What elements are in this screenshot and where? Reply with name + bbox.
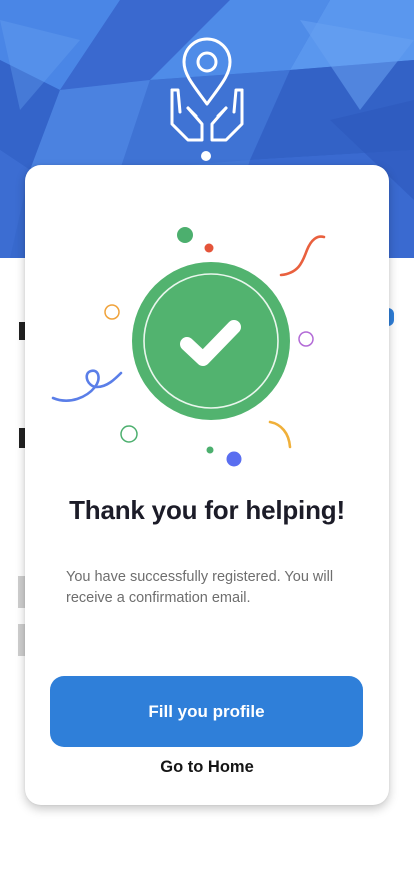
confetti-ring (104, 304, 120, 320)
confetti-dot (206, 446, 214, 454)
confetti-ring (298, 331, 314, 347)
confetti-streamer (279, 235, 326, 277)
go-to-home-link[interactable]: Go to Home (25, 758, 389, 777)
background-field-fragment (18, 624, 25, 656)
modal-title: Thank you for helping! (69, 495, 345, 525)
check-circle-icon (51, 227, 326, 467)
confetti-streamer (51, 369, 123, 402)
confetti-ring (120, 425, 138, 443)
modal-message: You have successfully registered. You wi… (66, 569, 334, 606)
pagination-dot (201, 151, 211, 161)
confetti-streamer (268, 420, 292, 449)
success-modal: Thank you for helping! You have successf… (25, 165, 389, 805)
confetti-dot (204, 243, 214, 253)
confetti-dot (226, 451, 242, 467)
confetti-dot (177, 227, 193, 243)
background-field-fragment (18, 576, 25, 608)
location-hands-icon (170, 37, 244, 142)
fill-profile-button[interactable]: Fill you profile (50, 676, 363, 747)
